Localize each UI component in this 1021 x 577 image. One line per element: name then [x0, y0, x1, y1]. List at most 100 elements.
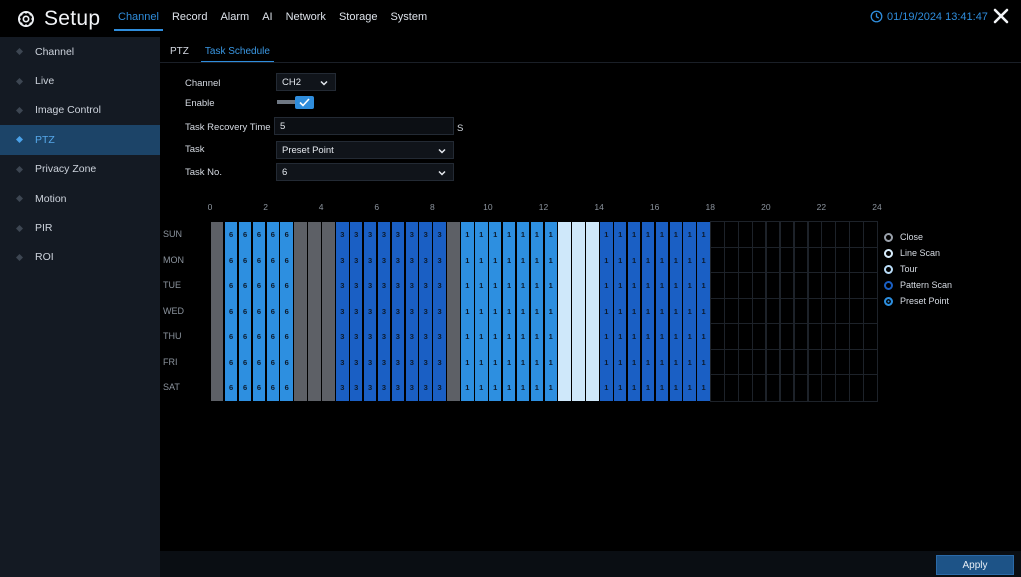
- schedule-cell[interactable]: 3: [405, 222, 419, 248]
- schedule-cell[interactable]: 1: [697, 324, 710, 350]
- schedule-cell[interactable]: 6: [238, 222, 252, 248]
- tab-ptz[interactable]: PTZ: [166, 44, 193, 63]
- schedule-cell[interactable]: 3: [433, 324, 446, 350]
- schedule-cell[interactable]: 1: [461, 375, 474, 401]
- schedule-cell[interactable]: [308, 375, 321, 401]
- schedule-cell[interactable]: [863, 221, 878, 249]
- schedule-cell[interactable]: [765, 348, 781, 376]
- schedule-cell[interactable]: 1: [613, 222, 627, 248]
- schedule-cell[interactable]: [710, 221, 725, 249]
- schedule-cell[interactable]: 1: [613, 298, 627, 324]
- schedule-cell[interactable]: 1: [502, 273, 516, 299]
- schedule-cell[interactable]: 3: [419, 222, 432, 248]
- schedule-cell[interactable]: 6: [266, 375, 280, 401]
- schedule-cell[interactable]: 1: [530, 375, 544, 401]
- schedule-cell[interactable]: 1: [502, 298, 516, 324]
- schedule-cell[interactable]: 1: [461, 222, 474, 248]
- schedule-cell[interactable]: 1: [600, 247, 613, 273]
- schedule-cell[interactable]: 6: [238, 247, 252, 273]
- schedule-cell[interactable]: [821, 348, 836, 376]
- legend-tour[interactable]: Tour: [884, 261, 952, 277]
- schedule-cell[interactable]: [447, 298, 460, 324]
- schedule-cell[interactable]: 3: [405, 298, 419, 324]
- schedule-cell[interactable]: [294, 375, 307, 401]
- schedule-cell[interactable]: 1: [613, 349, 627, 375]
- schedule-cell[interactable]: [835, 323, 850, 351]
- schedule-cell[interactable]: [751, 246, 767, 274]
- schedule-cell[interactable]: [863, 374, 878, 402]
- schedule-cell[interactable]: 1: [655, 298, 669, 324]
- schedule-cell[interactable]: [765, 374, 781, 402]
- schedule-cell[interactable]: [863, 323, 878, 351]
- schedule-cell[interactable]: [835, 374, 850, 402]
- schedule-cell[interactable]: [793, 221, 809, 249]
- schedule-cell[interactable]: 3: [363, 375, 377, 401]
- task-no-select[interactable]: 6: [276, 163, 454, 181]
- schedule-cell[interactable]: 1: [502, 349, 516, 375]
- schedule-cell[interactable]: 1: [544, 298, 557, 324]
- schedule-cell[interactable]: 3: [419, 298, 432, 324]
- legend-close[interactable]: Close: [884, 229, 952, 245]
- schedule-cell[interactable]: 1: [697, 349, 710, 375]
- schedule-cell[interactable]: 1: [600, 298, 613, 324]
- schedule-cell[interactable]: 1: [530, 298, 544, 324]
- schedule-cell[interactable]: [558, 324, 571, 350]
- schedule-cell[interactable]: 6: [224, 222, 238, 248]
- schedule-cell[interactable]: [807, 374, 823, 402]
- schedule-cell[interactable]: 1: [641, 222, 655, 248]
- schedule-cell[interactable]: 1: [544, 247, 557, 273]
- schedule-cell[interactable]: 3: [433, 349, 446, 375]
- schedule-cell[interactable]: 1: [600, 222, 613, 248]
- schedule-cell[interactable]: [308, 247, 321, 273]
- schedule-cell[interactable]: 1: [655, 324, 669, 350]
- schedule-cell[interactable]: [710, 323, 725, 351]
- schedule-cell[interactable]: 1: [488, 273, 502, 299]
- schedule-cell[interactable]: [849, 246, 864, 274]
- schedule-cell[interactable]: [558, 273, 571, 299]
- schedule-cell[interactable]: [558, 375, 571, 401]
- schedule-cell[interactable]: [779, 272, 795, 300]
- schedule-cell[interactable]: [308, 222, 321, 248]
- schedule-cell[interactable]: 1: [683, 324, 696, 350]
- schedule-cell[interactable]: [751, 374, 767, 402]
- schedule-cell[interactable]: [447, 247, 460, 273]
- schedule-cell[interactable]: 3: [363, 349, 377, 375]
- schedule-cell[interactable]: 3: [377, 247, 391, 273]
- schedule-cell[interactable]: [447, 222, 460, 248]
- schedule-cell[interactable]: 3: [377, 324, 391, 350]
- schedule-cell[interactable]: [724, 221, 739, 249]
- schedule-cell[interactable]: [558, 222, 571, 248]
- schedule-cell[interactable]: 3: [336, 222, 349, 248]
- schedule-cell[interactable]: 1: [475, 324, 488, 350]
- schedule-cell[interactable]: 1: [697, 273, 710, 299]
- schedule-cell[interactable]: 1: [516, 247, 530, 273]
- schedule-cell[interactable]: 1: [544, 273, 557, 299]
- schedule-cell[interactable]: 1: [641, 273, 655, 299]
- schedule-cell[interactable]: 6: [252, 247, 266, 273]
- schedule-cell[interactable]: 1: [600, 349, 613, 375]
- schedule-cell[interactable]: 6: [266, 349, 280, 375]
- schedule-cell[interactable]: 1: [544, 222, 557, 248]
- schedule-cell[interactable]: [710, 374, 725, 402]
- schedule-cell[interactable]: [724, 297, 739, 325]
- schedule-cell[interactable]: 3: [377, 298, 391, 324]
- schedule-cell[interactable]: 3: [377, 273, 391, 299]
- schedule-cell[interactable]: 1: [627, 324, 641, 350]
- legend-preset-point[interactable]: Preset Point: [884, 293, 952, 309]
- schedule-cell[interactable]: 3: [349, 298, 363, 324]
- schedule-cell[interactable]: [765, 246, 781, 274]
- tab-task-schedule[interactable]: Task Schedule: [200, 44, 274, 63]
- schedule-cell[interactable]: [821, 323, 836, 351]
- schedule-cell[interactable]: [294, 222, 307, 248]
- schedule-cell[interactable]: 6: [280, 349, 293, 375]
- schedule-cell[interactable]: 6: [238, 375, 252, 401]
- schedule-cell[interactable]: 1: [669, 324, 683, 350]
- schedule-cell[interactable]: [849, 297, 864, 325]
- schedule-cell[interactable]: 3: [391, 375, 405, 401]
- schedule-cell[interactable]: [863, 348, 878, 376]
- schedule-cell[interactable]: [751, 221, 767, 249]
- schedule-cell[interactable]: [765, 272, 781, 300]
- schedule-cell[interactable]: [308, 349, 321, 375]
- menu-item-storage[interactable]: Storage: [339, 9, 378, 25]
- schedule-cell[interactable]: 1: [516, 298, 530, 324]
